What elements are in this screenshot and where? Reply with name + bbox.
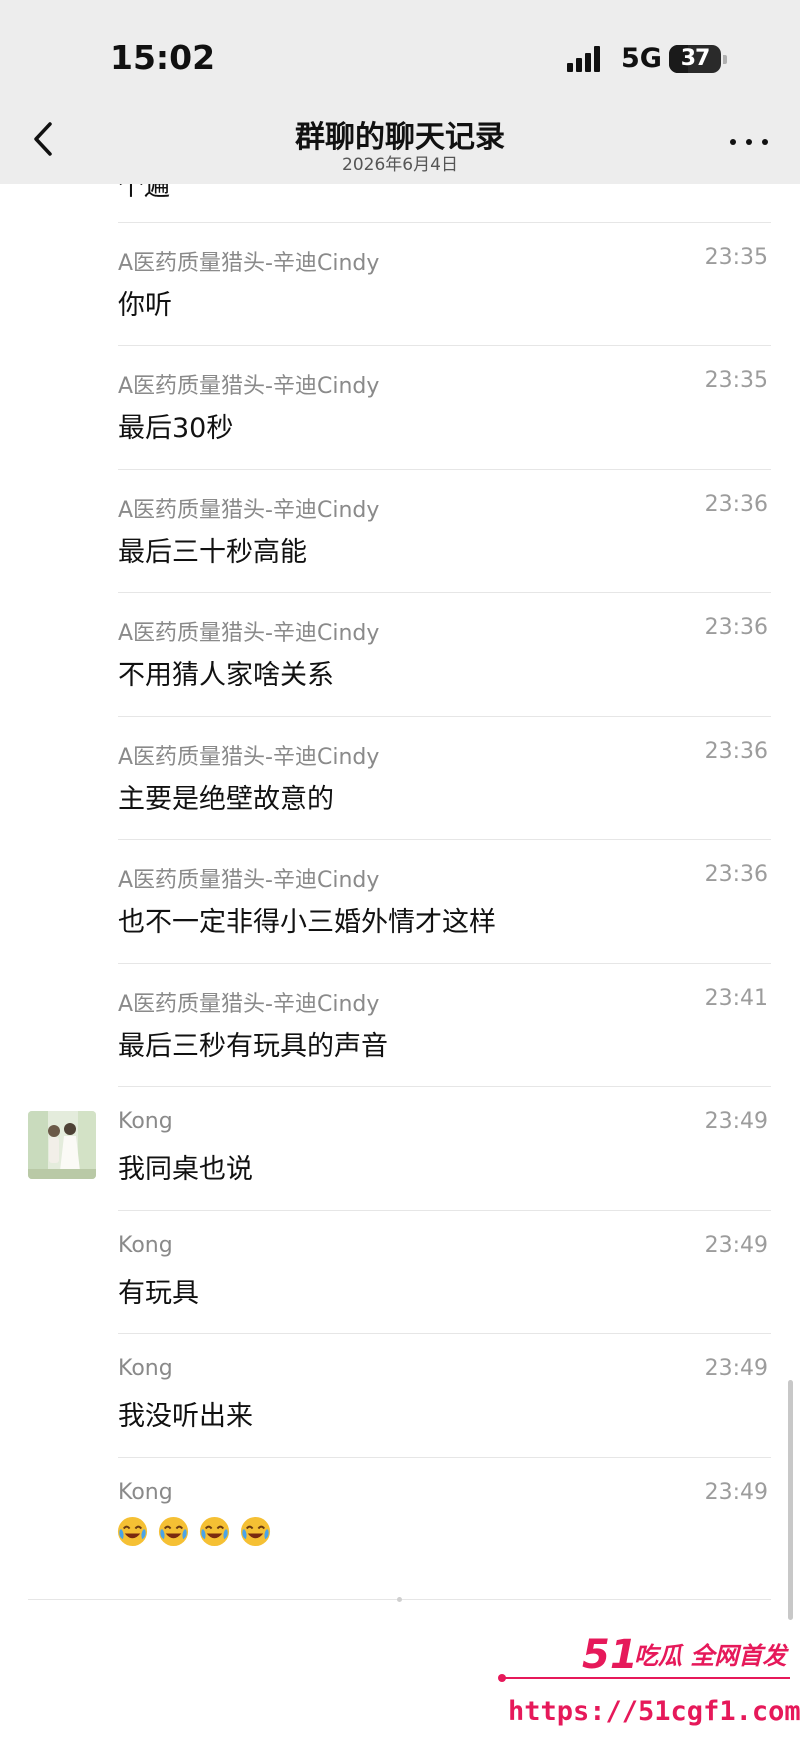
message-time: 23:36 (704, 492, 768, 517)
message-time: 23:49 (704, 1356, 768, 1381)
chat-history-list[interactable]: 个遍 A医药质量猎头-辛迪Cindy 23:35 你听 A医药质量猎头-辛迪Ci… (0, 184, 800, 1624)
more-dot (762, 139, 768, 145)
battery-cap (723, 55, 727, 64)
list-item[interactable]: A医药质量猎头-辛迪Cindy 23:36 主要是绝壁故意的 (0, 716, 800, 839)
list-item[interactable]: Kong 23:49 我没听出来 (0, 1333, 800, 1456)
svg-text:吃瓜 全网首发: 吃瓜 全网首发 (634, 1642, 789, 1670)
battery-icon: 37 (669, 45, 721, 73)
status-bar: 15:02 5G 37 (0, 0, 800, 100)
sender-name: Kong (118, 1109, 173, 1134)
emoji-message (116, 1515, 275, 1553)
list-item[interactable]: A医药质量猎头-辛迪Cindy 23:36 也不一定非得小三婚外情才这样 (0, 839, 800, 962)
sender-name: A医药质量猎头-辛迪Cindy (118, 251, 380, 276)
list-item[interactable]: A医药质量猎头-辛迪Cindy 23:35 你听 (0, 222, 800, 345)
message-text: 我没听出来 (118, 1401, 253, 1432)
laughing-crying-emoji (159, 1516, 189, 1547)
cut-off-message: 个遍 (118, 184, 171, 202)
cellular-signal-icon (567, 46, 609, 72)
sender-name: Kong (118, 1233, 173, 1258)
message-time: 23:36 (704, 739, 768, 764)
scrollbar[interactable] (788, 1380, 793, 1620)
message-time: 23:36 (704, 615, 768, 640)
page-subtitle: 2026年6月4日 (342, 155, 458, 175)
more-dot (746, 139, 752, 145)
avatar[interactable] (28, 1111, 96, 1179)
list-item[interactable]: Kong 23:49 有玩具 (0, 1210, 800, 1333)
message-time: 23:49 (704, 1109, 768, 1134)
list-item[interactable]: Kong 23:49 我同桌也说 (0, 1086, 800, 1209)
sender-name: Kong (118, 1356, 173, 1381)
sender-name: A医药质量猎头-辛迪Cindy (118, 992, 380, 1017)
message-time: 23:35 (704, 368, 768, 393)
sender-name: A医药质量猎头-辛迪Cindy (118, 374, 380, 399)
battery-percent: 37 (680, 46, 711, 71)
network-type: 5G (621, 43, 662, 74)
more-button[interactable] (728, 128, 772, 156)
message-text: 主要是绝壁故意的 (118, 784, 334, 815)
message-time: 23:49 (704, 1480, 768, 1505)
sender-name: Kong (118, 1480, 173, 1505)
watermark-logo: 51 吃瓜 全网首发 https://51cgf1.com (498, 1632, 800, 1727)
message-text: 最后30秒 (118, 413, 234, 444)
message-text: 也不一定非得小三婚外情才这样 (118, 907, 496, 938)
message-time: 23:49 (704, 1233, 768, 1258)
sender-name: A医药质量猎头-辛迪Cindy (118, 621, 380, 646)
list-item[interactable]: A医药质量猎头-辛迪Cindy 23:36 不用猜人家啥关系 (0, 592, 800, 715)
laughing-crying-emoji (241, 1516, 271, 1547)
svg-text:https://51cgf1.com: https://51cgf1.com (508, 1696, 800, 1727)
message-time: 23:41 (704, 986, 768, 1011)
status-time: 15:02 (110, 38, 216, 77)
list-end-dot (397, 1597, 402, 1602)
list-item[interactable]: A医药质量猎头-辛迪Cindy 23:36 最后三十秒高能 (0, 469, 800, 592)
message-time: 23:35 (704, 245, 768, 270)
sender-name: A医药质量猎头-辛迪Cindy (118, 745, 380, 770)
svg-text:51: 51 (582, 1632, 638, 1678)
message-text: 最后三秒有玩具的声音 (118, 1031, 388, 1062)
sender-name: A医药质量猎头-辛迪Cindy (118, 868, 380, 893)
laughing-crying-emoji (200, 1516, 230, 1547)
message-text: 有玩具 (118, 1278, 199, 1309)
list-item[interactable]: A医药质量猎头-辛迪Cindy 23:35 最后30秒 (0, 345, 800, 468)
list-item[interactable]: A医药质量猎头-辛迪Cindy 23:41 最后三秒有玩具的声音 (0, 963, 800, 1086)
more-horizontal-icon (730, 139, 736, 145)
message-text: 不用猜人家啥关系 (118, 660, 334, 691)
message-text: 我同桌也说 (118, 1154, 253, 1185)
sender-name: A医药质量猎头-辛迪Cindy (118, 498, 380, 523)
list-item[interactable]: Kong 23:49 (0, 1457, 800, 1580)
message-time: 23:36 (704, 862, 768, 887)
avatar-image (28, 1111, 96, 1179)
message-text: 你听 (118, 290, 172, 321)
laughing-crying-emoji (117, 1516, 148, 1547)
message-text: 最后三十秒高能 (118, 537, 307, 568)
nav-bar: 群聊的聊天记录 2026年6月4日 (0, 100, 800, 184)
watermark: 51 吃瓜 全网首发 https://51cgf1.com (490, 1628, 800, 1738)
